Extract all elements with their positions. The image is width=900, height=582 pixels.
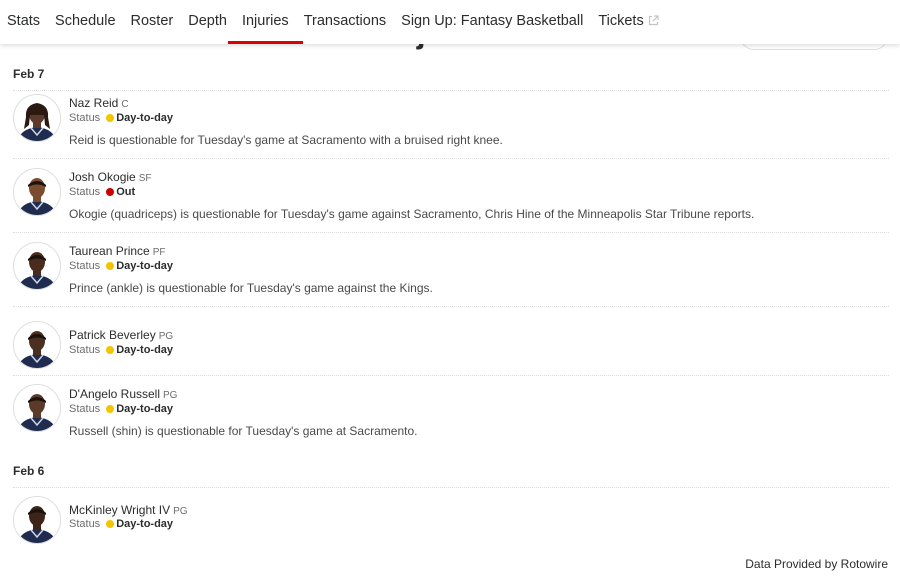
status-line: Status Day-to-day [69,112,173,124]
status-value: Day-to-day [116,518,174,530]
nav-schedule-label: Schedule [55,13,116,29]
injury-note: Russell (shin) is questionable for Tuesd… [69,424,418,438]
nav-stats[interactable]: Stats [0,0,48,44]
date-header: Feb 7 [13,67,45,81]
player-name-line: McKinley Wright IV PG [69,503,188,517]
nav-roster-label: Roster [130,13,174,29]
nav-tickets-label: Tickets [598,13,644,29]
player-position: PG [173,506,188,517]
status-label: Status [69,260,101,272]
player-name-link[interactable]: Taurean Prince [69,244,150,258]
player-name-link[interactable]: D'Angelo Russell [69,387,160,401]
divider [13,158,889,159]
injury-note: Okogie (quadriceps) is questionable for … [69,207,755,221]
status-value: Out [116,186,136,198]
player-name-line: D'Angelo Russell PG [69,387,177,401]
player-name-link[interactable]: McKinley Wright IV [69,503,170,517]
injury-note: Prince (ankle) is questionable for Tuesd… [69,281,433,295]
player-name-line: Naz Reid C [69,96,129,110]
status-line: Status Day-to-day [69,260,173,272]
status-value: Day-to-day [116,260,174,272]
status-value: Day-to-day [116,344,174,356]
nav-injuries-label: Injuries [241,13,289,29]
player-position: SF [138,173,152,184]
data-credit: Data Provided by Rotowire [745,557,888,571]
status-line: Status Out [69,186,135,198]
nav-transactions-label: Transactions [303,13,387,29]
nav-fantasy-signup[interactable]: Sign Up: Fantasy Basketball [393,0,591,44]
status-value: Day-to-day [116,112,174,124]
nav-tickets[interactable]: Tickets [590,0,666,44]
status-dot-icon [106,113,115,122]
player-headshot[interactable] [13,496,61,544]
status-label: Status [69,344,101,356]
status-dot-icon [106,345,115,354]
nav-depth-label: Depth [188,13,227,29]
player-headshot[interactable] [13,94,61,142]
status-label: Status [69,403,101,415]
player-headshot[interactable] [13,321,61,369]
player-position: PG [163,390,178,401]
status-label: Status [69,112,101,124]
player-position: C [121,99,129,110]
player-name-link[interactable]: Patrick Beverley [69,328,156,342]
nav-depth[interactable]: Depth [180,0,235,44]
player-name-line: Taurean Prince PF [69,244,166,258]
divider [13,232,889,233]
nav-injuries[interactable]: Injuries [227,0,303,44]
nav-fantasy-signup-label: Sign Up: Fantasy Basketball [401,13,584,29]
status-dot-icon [106,519,115,528]
divider [13,375,889,376]
divider [13,90,889,91]
date-header: Feb 6 [13,464,45,478]
status-line: Status Day-to-day [69,344,173,356]
divider [13,487,889,488]
status-label: Status [69,186,101,198]
nav-roster[interactable]: Roster [123,0,182,44]
team-nav: Stats Schedule Roster Depth Injuries Tra… [0,0,900,44]
injury-note: Reid is questionable for Tuesday's game … [69,133,503,147]
player-name-line: Josh Okogie SF [69,170,151,184]
player-name-link[interactable]: Naz Reid [69,96,118,110]
nav-schedule[interactable]: Schedule [47,0,123,44]
status-value: Day-to-day [116,403,174,415]
nav-stats-label: Stats [7,13,41,29]
player-headshot[interactable] [13,242,61,290]
status-dot-icon [106,404,115,413]
status-dot-icon [106,261,115,270]
status-line: Status Day-to-day [69,403,173,415]
player-headshot[interactable] [13,384,61,432]
external-link-icon [648,15,659,28]
nav-transactions[interactable]: Transactions [296,0,394,44]
player-position: PG [158,331,174,342]
status-label: Status [69,518,101,530]
status-line: Status Day-to-day [69,518,173,530]
player-position: PF [152,247,166,258]
player-headshot[interactable] [13,168,61,216]
status-dot-icon [106,187,115,196]
player-name-link[interactable]: Josh Okogie [69,170,136,184]
divider [13,306,889,307]
player-name-line: Patrick Beverley PG [69,328,173,342]
